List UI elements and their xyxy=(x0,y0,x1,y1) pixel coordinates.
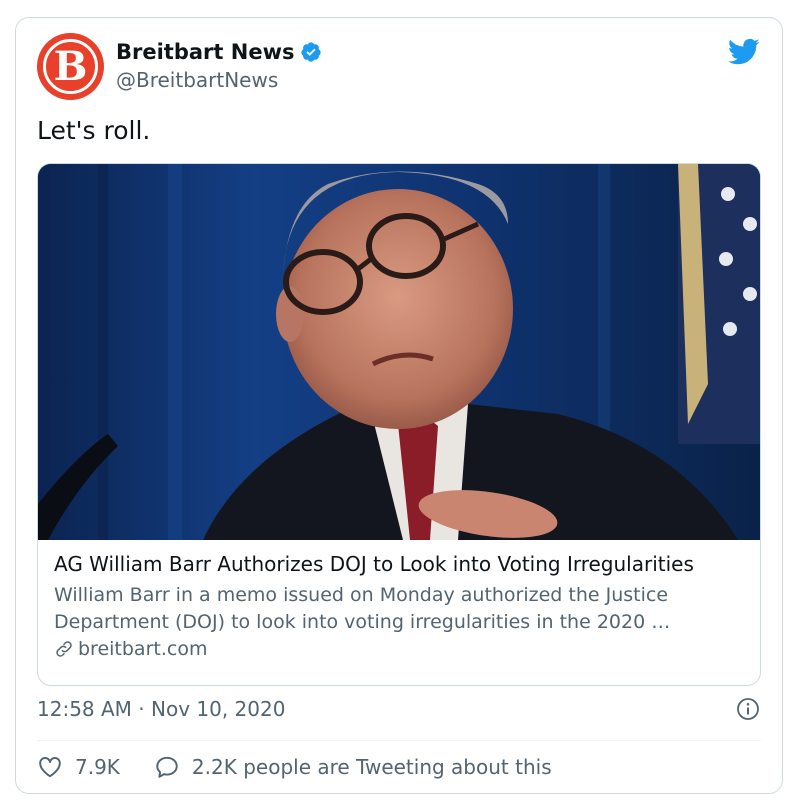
tweet-text: Let's roll. xyxy=(37,116,151,145)
link-preview-domain[interactable]: breitbart.com xyxy=(54,638,746,660)
heart-icon xyxy=(39,757,61,778)
link-preview-image[interactable] xyxy=(38,164,760,540)
link-preview-description: William Barr in a memo issued on Monday … xyxy=(54,582,746,636)
press-conference-photo xyxy=(38,164,760,540)
link-preview-domain-text[interactable]: breitbart.com xyxy=(78,638,207,660)
link-icon xyxy=(56,641,72,657)
avatar-logo: B xyxy=(43,39,98,94)
like-button[interactable]: 7.9K xyxy=(37,754,120,780)
link-preview-title[interactable]: AG William Barr Authorizes DOJ to Look i… xyxy=(54,552,746,576)
tweet-actions: 7.9K 2.2K people are Tweeting about this xyxy=(37,754,552,780)
info-icon[interactable] xyxy=(736,697,760,721)
like-count: 7.9K xyxy=(75,755,120,779)
conversation-text: 2.2K people are Tweeting about this xyxy=(191,755,552,779)
tweet-timestamp[interactable]: 12:58 AM · Nov 10, 2020 xyxy=(37,697,285,721)
link-preview-description-line-1: William Barr in a memo issued on Monday … xyxy=(54,584,669,606)
verified-badge-icon xyxy=(301,42,322,62)
avatar[interactable]: B xyxy=(37,33,104,100)
twitter-bird-icon[interactable] xyxy=(728,38,760,66)
link-preview-description-line-2: Department (DOJ) to look into voting irr… xyxy=(54,611,671,633)
conversation-button[interactable]: 2.2K people are Tweeting about this xyxy=(154,754,552,780)
link-preview-body[interactable]: AG William Barr Authorizes DOJ to Look i… xyxy=(54,552,746,660)
author-handle[interactable]: @BreitbartNews xyxy=(116,68,278,92)
tweet-card[interactable]: B Breitbart News @BreitbartNews Let's ro… xyxy=(15,17,783,794)
divider xyxy=(37,740,761,741)
speech-bubble-icon xyxy=(156,756,178,778)
author-name-row[interactable]: Breitbart News xyxy=(116,40,322,64)
link-preview-card[interactable]: AG William Barr Authorizes DOJ to Look i… xyxy=(37,163,761,686)
author-display-name[interactable]: Breitbart News xyxy=(116,40,294,64)
